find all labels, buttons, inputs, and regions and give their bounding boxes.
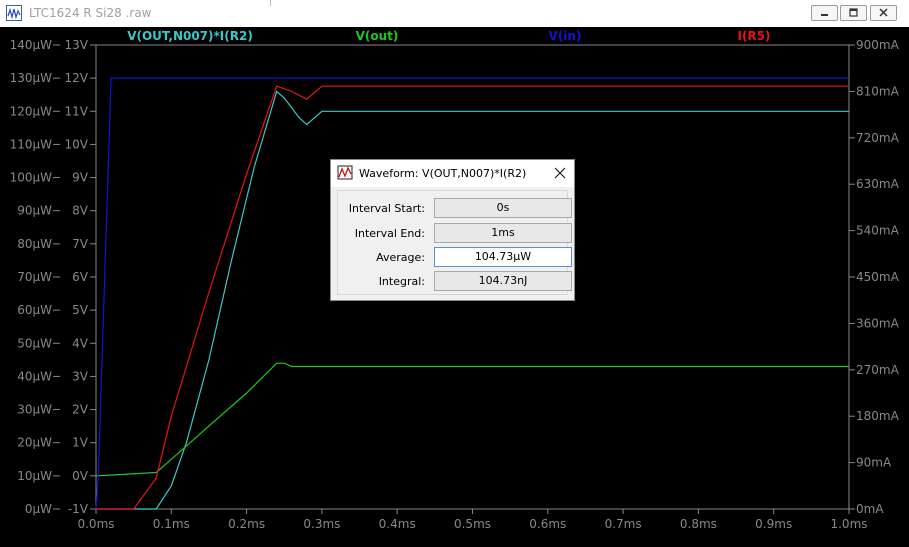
average-value[interactable]: 104.73µW: [434, 247, 572, 267]
y-right-tick-label: 0mA: [856, 502, 884, 516]
title-divider: [270, 0, 271, 6]
x-tick-label: 0.9ms: [755, 517, 792, 531]
y-left-voltage-tick-label: -1V: [68, 502, 89, 516]
y-left-power-tick-label: 110µW: [10, 137, 53, 151]
y-right-tick-label: 450mA: [856, 270, 900, 284]
x-tick-label: 0.2ms: [228, 517, 265, 531]
restore-icon: [849, 8, 858, 17]
x-tick-label: 0.5ms: [454, 517, 491, 531]
interval-start-label: Interval Start:: [348, 202, 425, 215]
x-tick-label: 1.0ms: [830, 517, 867, 531]
y-left-power-tick-label: 140µW: [10, 38, 53, 52]
y-left-voltage-tick-label: 8V: [72, 204, 89, 218]
waveform-stats-dialog[interactable]: Waveform: V(OUT,N007)*I(R2) Interval Sta…: [330, 159, 575, 301]
y-left-power-tick-label: 130µW: [10, 71, 53, 85]
y-left-voltage-tick-label: 1V: [72, 436, 89, 450]
integral-value[interactable]: 104.73nJ: [434, 271, 572, 291]
y-right-tick-label: 180mA: [856, 409, 900, 423]
y-left-voltage-tick-label: 13V: [65, 38, 89, 52]
y-left-voltage-tick-label: 6V: [72, 270, 89, 284]
y-left-power-tick-label: 20µW: [17, 436, 52, 450]
y-right-tick-label: 810mA: [856, 84, 900, 98]
y-right-tick-label: 270mA: [856, 363, 900, 377]
trace-label[interactable]: V(out): [356, 29, 399, 43]
average-label: Average:: [376, 251, 425, 264]
interval-end-label: Interval End:: [354, 227, 425, 240]
y-left-voltage-tick-label: 11V: [65, 104, 89, 118]
y-left-power-tick-label: 80µW: [17, 237, 52, 251]
x-tick-label: 0.7ms: [605, 517, 642, 531]
dialog-title-bar[interactable]: Waveform: V(OUT,N007)*I(R2): [331, 160, 574, 187]
x-tick-label: 0.3ms: [303, 517, 340, 531]
interval-start-value[interactable]: 0s: [434, 198, 572, 218]
trace-label[interactable]: V(in): [549, 29, 582, 43]
x-tick-label: 0.8ms: [680, 517, 717, 531]
trace-line: [95, 362, 849, 477]
close-button[interactable]: [870, 5, 897, 21]
y-left-power-tick-label: 100µW: [10, 171, 53, 185]
y-left-voltage-tick-label: 5V: [72, 303, 89, 317]
y-right-tick-label: 90mA: [856, 456, 892, 470]
trace-label[interactable]: I(R5): [737, 29, 770, 43]
y-left-power-tick-label: 10µW: [17, 469, 52, 483]
y-left-voltage-tick-label: 7V: [72, 237, 89, 251]
minimize-button[interactable]: [811, 5, 838, 21]
trace-label[interactable]: V(OUT,N007)*I(R2): [127, 29, 253, 43]
waveform-dialog-icon: [337, 165, 353, 180]
y-left-voltage-tick-label: 4V: [72, 336, 89, 350]
y-right-tick-label: 360mA: [856, 316, 900, 330]
y-left-power-tick-label: 0µW: [25, 502, 52, 516]
y-left-voltage-tick-label: 0V: [72, 469, 89, 483]
window-title-bar[interactable]: LTC1624 R Si28 .raw: [0, 0, 909, 27]
interval-end-value[interactable]: 1ms: [434, 223, 572, 243]
y-left-power-tick-label: 50µW: [17, 336, 52, 350]
dialog-close-icon[interactable]: [553, 166, 567, 180]
y-right-tick-label: 720mA: [856, 131, 900, 145]
y-right-tick-label: 630mA: [856, 177, 900, 191]
y-left-voltage-tick-label: 12V: [65, 71, 89, 85]
integral-label: Integral:: [378, 275, 425, 288]
window-title: LTC1624 R Si28 .raw: [29, 6, 152, 20]
x-tick-label: 0.1ms: [153, 517, 190, 531]
y-left-power-tick-label: 70µW: [17, 270, 52, 284]
y-right-tick-label: 900mA: [856, 38, 900, 52]
y-left-voltage-tick-label: 3V: [72, 369, 89, 383]
x-tick-label: 0.6ms: [529, 517, 566, 531]
close-icon: [879, 8, 888, 17]
y-left-power-tick-label: 90µW: [17, 204, 52, 218]
y-left-power-tick-label: 40µW: [17, 369, 52, 383]
dialog-title: Waveform: V(OUT,N007)*I(R2): [359, 167, 527, 180]
x-tick-label: 0.0ms: [77, 517, 114, 531]
restore-button[interactable]: [840, 5, 867, 21]
y-left-power-tick-label: 60µW: [17, 303, 52, 317]
y-left-voltage-tick-label: 2V: [72, 403, 89, 417]
x-tick-label: 0.4ms: [379, 517, 416, 531]
y-left-voltage-tick-label: 9V: [72, 171, 89, 185]
y-right-tick-label: 540mA: [856, 224, 900, 238]
y-left-voltage-tick-label: 10V: [65, 137, 89, 151]
minimize-icon: [821, 14, 828, 16]
waveform-app-icon: [6, 5, 22, 21]
y-left-power-tick-label: 120µW: [10, 104, 53, 118]
y-left-power-tick-label: 30µW: [17, 403, 52, 417]
